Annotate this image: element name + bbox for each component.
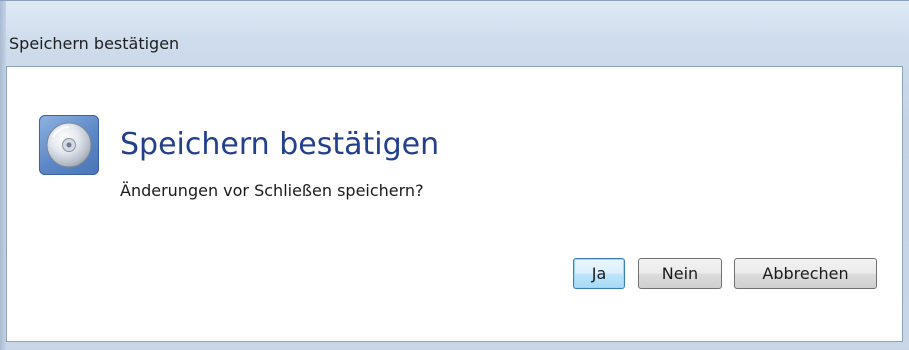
- cancel-button[interactable]: Abbrechen: [734, 258, 877, 289]
- dialog-heading: Speichern bestätigen: [120, 127, 440, 162]
- yes-button[interactable]: Ja: [573, 258, 625, 289]
- title-bar[interactable]: Speichern bestätigen: [0, 1, 909, 57]
- dialog-content: Speichern bestätigen Änderungen vor Schl…: [6, 66, 903, 342]
- dialog-window: Speichern bestätigen Speichern bestätige…: [0, 0, 909, 350]
- disc-icon: [39, 115, 99, 175]
- window-title: Speichern bestätigen: [9, 34, 180, 53]
- dialog-message: Änderungen vor Schließen speichern?: [120, 181, 424, 200]
- no-button[interactable]: Nein: [638, 258, 722, 289]
